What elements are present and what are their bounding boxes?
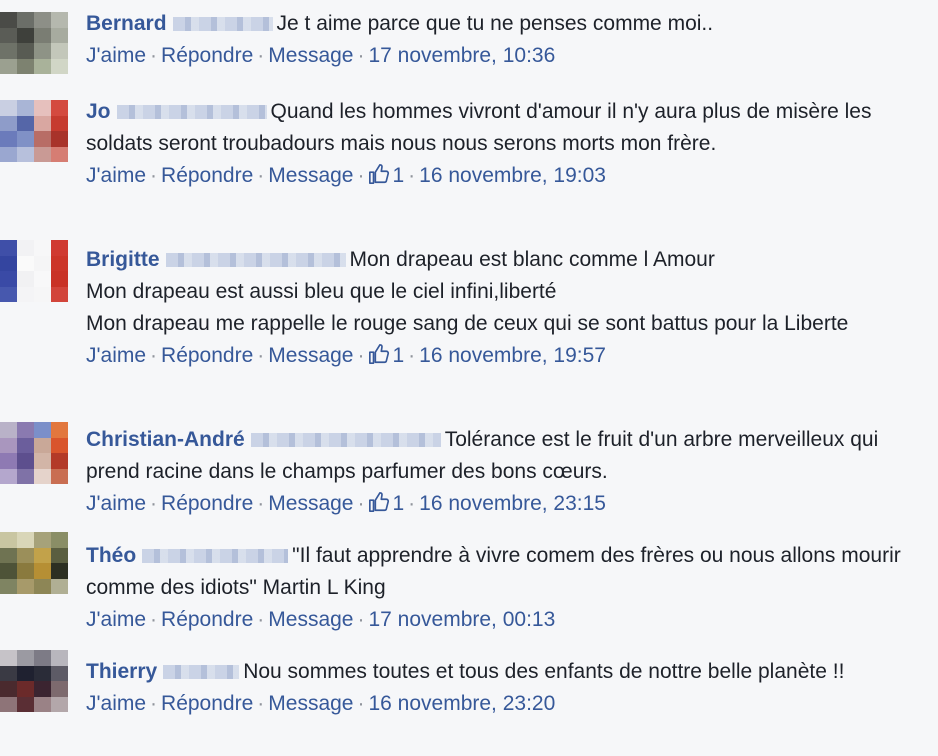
redacted-name [172, 17, 273, 31]
reply-button[interactable]: Répondre [161, 608, 253, 631]
separator: · [257, 608, 265, 631]
comment-actions: J'aime · Répondre · Message · 17 novembre, 00:… [86, 604, 928, 636]
timestamp[interactable]: 17 novembre, 00:13 [368, 608, 555, 631]
comment-text: Nou sommes toutes et tous des enfants de… [243, 660, 845, 683]
comment-author[interactable]: Thierry [86, 660, 157, 683]
comment-author[interactable]: Bernard [86, 12, 167, 35]
separator: · [257, 44, 265, 67]
avatar[interactable] [0, 12, 68, 74]
comment-actions: J'aime · Répondre · Message · 1 · 16 novembre, 2… [86, 488, 928, 520]
like-count[interactable]: 1 [368, 492, 404, 515]
separator: · [150, 344, 158, 367]
separator: · [357, 692, 365, 715]
reply-button[interactable]: Répondre [161, 492, 253, 515]
reply-button[interactable]: Répondre [161, 344, 253, 367]
comment-author[interactable]: Jo [86, 100, 111, 123]
thumbs-up-icon [369, 164, 390, 184]
message-button[interactable]: Message [268, 608, 353, 631]
separator: · [357, 44, 365, 67]
redacted-name [163, 665, 240, 679]
comment-text-line: Mon drapeau est blanc comme l Amour [349, 248, 715, 271]
avatar[interactable] [0, 650, 68, 712]
redacted-name [250, 433, 441, 447]
comment-author[interactable]: Christian-André [86, 428, 245, 451]
timestamp[interactable]: 17 novembre, 10:36 [368, 44, 555, 67]
timestamp[interactable]: 16 novembre, 19:03 [419, 164, 606, 187]
comment-actions: J'aime · Répondre · Message · 1 · 16 novembre, 1… [86, 160, 928, 192]
comment-body: Jo Quand les hommes vivront d'amour il n'… [86, 96, 928, 160]
like-count-value: 1 [392, 492, 405, 515]
separator: · [150, 44, 158, 67]
separator: · [408, 492, 416, 515]
reply-button[interactable]: Répondre [161, 692, 253, 715]
like-button[interactable]: J'aime [86, 492, 146, 515]
avatar[interactable] [0, 532, 68, 594]
separator: · [257, 344, 265, 367]
comment-author[interactable]: Théo [86, 544, 136, 567]
like-button[interactable]: J'aime [86, 608, 146, 631]
comment-body: Brigitte Mon drapeau est blanc comme l Am… [86, 244, 928, 340]
separator: · [257, 164, 265, 187]
like-button[interactable]: J'aime [86, 44, 146, 67]
separator: · [150, 164, 158, 187]
redacted-name [142, 549, 289, 563]
separator: · [150, 492, 158, 515]
like-count[interactable]: 1 [368, 344, 404, 367]
timestamp[interactable]: 16 novembre, 23:15 [419, 492, 606, 515]
separator: · [357, 164, 365, 187]
message-button[interactable]: Message [268, 692, 353, 715]
reply-button[interactable]: Répondre [161, 44, 253, 67]
like-count-value: 1 [392, 164, 405, 187]
message-button[interactable]: Message [268, 344, 353, 367]
comment-actions: J'aime · Répondre · Message · 1 · 16 novembre, 1… [86, 340, 928, 372]
redacted-name [116, 105, 267, 119]
comment-body: Christian-André Tolérance est le fruit d'… [86, 424, 928, 488]
like-count[interactable]: 1 [368, 164, 404, 187]
message-button[interactable]: Message [268, 492, 353, 515]
redacted-name [165, 253, 346, 267]
separator: · [357, 608, 365, 631]
thumbs-up-icon [369, 344, 390, 364]
comment-body: Thierry Nou sommes toutes et tous des enf… [86, 656, 928, 688]
like-count-value: 1 [392, 344, 405, 367]
comment-body: Théo "Il faut apprendre à vivre comem des… [86, 540, 928, 604]
avatar[interactable] [0, 422, 68, 484]
message-button[interactable]: Message [268, 164, 353, 187]
like-button[interactable]: J'aime [86, 164, 146, 187]
separator: · [357, 344, 365, 367]
avatar[interactable] [0, 240, 68, 302]
comment-body: Bernard Je t aime parce que tu ne penses … [86, 8, 928, 40]
comment-text-line: Mon drapeau me rappelle le rouge sang de… [86, 312, 849, 335]
comment-text: Je t aime parce que tu ne penses comme m… [276, 12, 714, 35]
separator: · [150, 608, 158, 631]
thumbs-up-icon [369, 492, 390, 512]
separator: · [357, 492, 365, 515]
comment-actions: J'aime · Répondre · Message · 17 novembre, 10:… [86, 40, 928, 72]
timestamp[interactable]: 16 novembre, 19:57 [419, 344, 606, 367]
comment-author[interactable]: Brigitte [86, 248, 160, 271]
comment-list: Bernard Je t aime parce que tu ne penses … [0, 0, 938, 756]
like-button[interactable]: J'aime [86, 692, 146, 715]
separator: · [408, 344, 416, 367]
avatar[interactable] [0, 100, 68, 162]
timestamp[interactable]: 16 novembre, 23:20 [368, 692, 555, 715]
comment-actions: J'aime · Répondre · Message · 16 novembre, 23:… [86, 688, 928, 720]
message-button[interactable]: Message [268, 44, 353, 67]
reply-button[interactable]: Répondre [161, 164, 253, 187]
separator: · [257, 492, 265, 515]
like-button[interactable]: J'aime [86, 344, 146, 367]
separator: · [150, 692, 158, 715]
comment-text-line: Mon drapeau est aussi bleu que le ciel i… [86, 280, 557, 303]
separator: · [257, 692, 265, 715]
separator: · [408, 164, 416, 187]
